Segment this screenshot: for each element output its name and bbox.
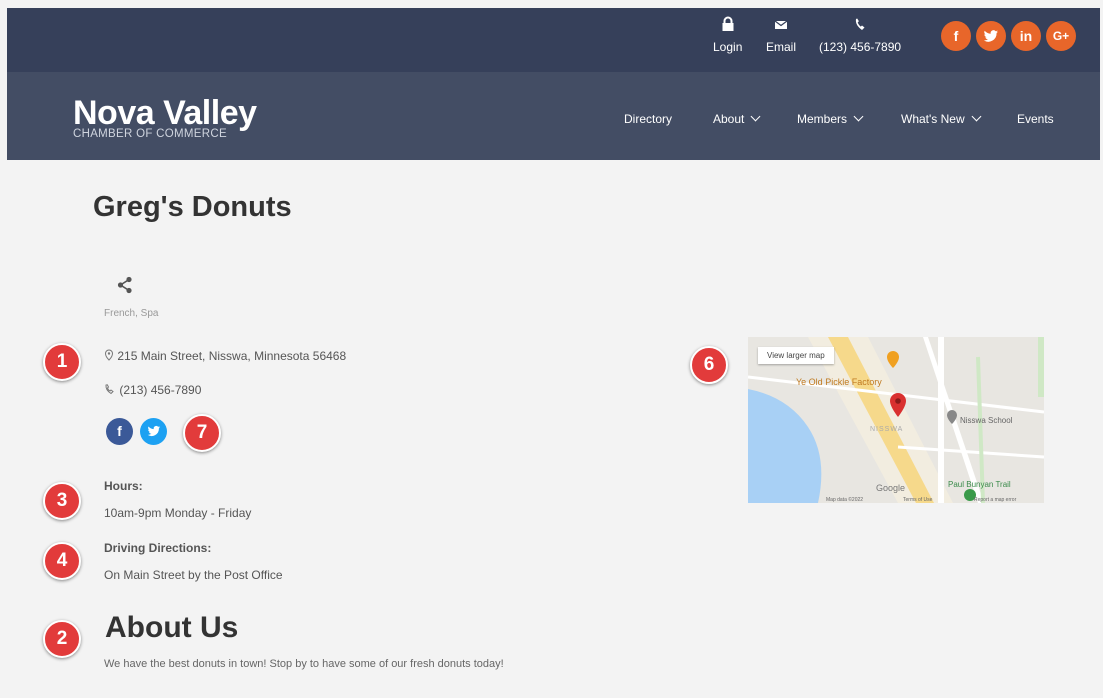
facebook-share-button[interactable]: f bbox=[106, 418, 133, 445]
chevron-down-icon bbox=[750, 111, 761, 122]
map-label-town: NISSWA bbox=[870, 426, 904, 433]
map-footer-data: Map data ©2022 bbox=[826, 497, 864, 503]
envelope-icon bbox=[766, 16, 796, 34]
chevron-down-icon bbox=[853, 111, 864, 122]
utility-bar: Login Email (123) 456-7890 f in G+ bbox=[7, 8, 1100, 72]
callout-marker-6: 6 bbox=[690, 346, 728, 384]
share-icon[interactable] bbox=[117, 276, 133, 299]
callout-marker-2: 2 bbox=[43, 620, 81, 658]
address-row: 215 Main Street, Nisswa, Minnesota 56468 bbox=[104, 349, 346, 363]
nav-about[interactable]: About bbox=[713, 111, 761, 126]
twitter-icon[interactable] bbox=[976, 21, 1006, 51]
phone-text[interactable]: (213) 456-7890 bbox=[119, 383, 201, 397]
phone-icon bbox=[105, 384, 114, 395]
chevron-down-icon bbox=[971, 111, 982, 122]
twitter-share-button[interactable] bbox=[140, 418, 167, 445]
nav-members-label: Members bbox=[797, 112, 848, 126]
callout-marker-1: 1 bbox=[43, 343, 81, 381]
page-frame: Login Email (123) 456-7890 f in G+ Nova … bbox=[7, 8, 1100, 694]
email-link[interactable]: Email bbox=[766, 16, 796, 54]
nav-members[interactable]: Members bbox=[797, 111, 864, 126]
nav-about-label: About bbox=[713, 112, 745, 126]
email-label: Email bbox=[766, 40, 797, 54]
hours-label: Hours: bbox=[104, 479, 143, 493]
logo-title[interactable]: Nova Valley bbox=[73, 96, 257, 130]
map-pin-icon bbox=[104, 349, 114, 361]
hours-value: 10am-9pm Monday - Friday bbox=[104, 506, 252, 520]
login-link[interactable]: Login bbox=[713, 16, 742, 54]
map-footer-report[interactable]: Report a map error bbox=[974, 497, 1016, 503]
callout-marker-4: 4 bbox=[43, 542, 81, 580]
about-heading: About Us bbox=[105, 611, 239, 644]
phone-link[interactable]: (123) 456-7890 bbox=[819, 16, 901, 54]
callout-marker-3: 3 bbox=[43, 482, 81, 520]
phone-icon bbox=[819, 16, 901, 34]
listing-category: French, Spa bbox=[104, 308, 159, 319]
callout-marker-7: 7 bbox=[183, 414, 221, 452]
lock-icon bbox=[713, 16, 742, 34]
logo-subtitle: CHAMBER OF COMMERCE bbox=[73, 128, 227, 140]
phone-row: (213) 456-7890 bbox=[104, 383, 201, 397]
google-logo: Google bbox=[876, 483, 906, 493]
nav-events[interactable]: Events bbox=[1017, 112, 1054, 126]
listing-title: Greg's Donuts bbox=[93, 191, 292, 223]
map-label-school: Nisswa School bbox=[960, 416, 1013, 425]
directions-value: On Main Street by the Post Office bbox=[104, 568, 283, 582]
directions-label: Driving Directions: bbox=[104, 541, 212, 555]
map-footer-terms[interactable]: Terms of Use bbox=[903, 497, 932, 503]
facebook-icon[interactable]: f bbox=[941, 21, 971, 51]
nav-whats-new-label: What's New bbox=[901, 112, 965, 126]
map-label-trail: Paul Bunyan Trail bbox=[948, 480, 1011, 489]
google-plus-icon[interactable]: G+ bbox=[1046, 21, 1076, 51]
address-text[interactable]: 215 Main Street, Nisswa, Minnesota 56468 bbox=[117, 349, 346, 363]
nav-whats-new[interactable]: What's New bbox=[901, 111, 982, 126]
map-label-factory: Ye Old Pickle Factory bbox=[796, 377, 882, 387]
linkedin-icon[interactable]: in bbox=[1011, 21, 1041, 51]
view-larger-map-button[interactable]: View larger map bbox=[758, 347, 834, 364]
phone-label: (123) 456-7890 bbox=[819, 40, 902, 54]
about-text: We have the best donuts in town! Stop by… bbox=[104, 658, 504, 670]
nav-directory[interactable]: Directory bbox=[624, 112, 672, 126]
map-embed[interactable]: View larger map Ye Old Pickle Factory Ni… bbox=[748, 337, 1044, 503]
login-label: Login bbox=[713, 40, 743, 54]
